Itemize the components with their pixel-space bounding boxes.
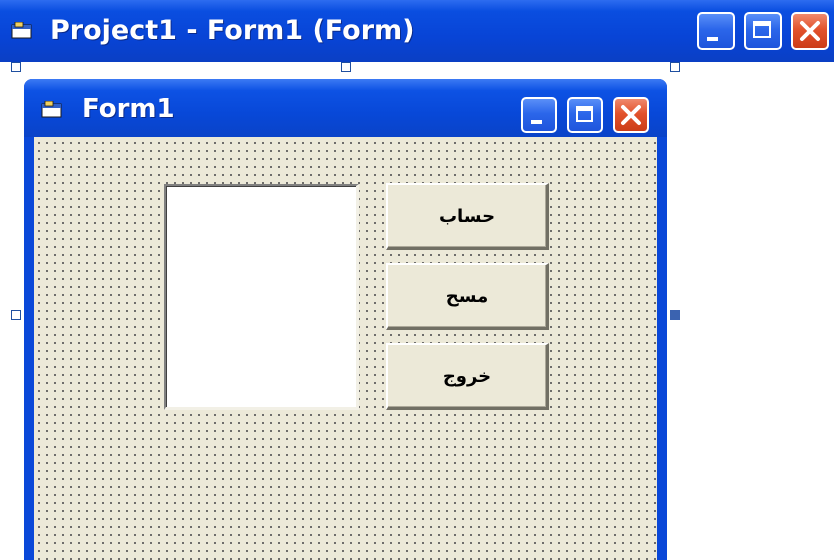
- form-close-button[interactable]: [613, 97, 649, 133]
- close-icon: [800, 21, 820, 41]
- picture-box[interactable]: [164, 184, 359, 410]
- selection-handle-middle-right[interactable]: [670, 310, 680, 320]
- designer-close-button[interactable]: [791, 12, 829, 50]
- form-title: Form1: [82, 94, 175, 124]
- selection-handle-top-right[interactable]: [670, 62, 680, 72]
- designer-window: Project1 - Form1 (Form) Form1 حساب مسح خ…: [0, 0, 834, 560]
- selection-handle-top-left[interactable]: [11, 62, 21, 72]
- form-window[interactable]: Form1 حساب مسح خروج: [24, 79, 667, 560]
- clear-button[interactable]: مسح: [386, 263, 549, 330]
- minimize-icon: [531, 120, 542, 124]
- maximize-icon: [576, 106, 593, 122]
- form-client-area[interactable]: حساب مسح خروج: [34, 137, 657, 560]
- minimize-icon: [707, 37, 718, 41]
- designer-minimize-button[interactable]: [697, 12, 735, 50]
- exit-button[interactable]: خروج: [386, 343, 549, 410]
- designer-window-title: Project1 - Form1 (Form): [50, 15, 415, 46]
- designer-title-bar[interactable]: Project1 - Form1 (Form): [0, 0, 834, 62]
- designer-maximize-button[interactable]: [744, 12, 782, 50]
- close-icon: [621, 105, 641, 125]
- calculate-button[interactable]: حساب: [386, 183, 549, 250]
- maximize-icon: [753, 21, 771, 38]
- form-icon: [11, 22, 32, 39]
- selection-handle-middle-left[interactable]: [11, 310, 21, 320]
- form-icon: [41, 101, 62, 118]
- selection-handle-top-center[interactable]: [341, 62, 351, 72]
- form-minimize-button[interactable]: [521, 97, 557, 133]
- form-maximize-button[interactable]: [567, 97, 603, 133]
